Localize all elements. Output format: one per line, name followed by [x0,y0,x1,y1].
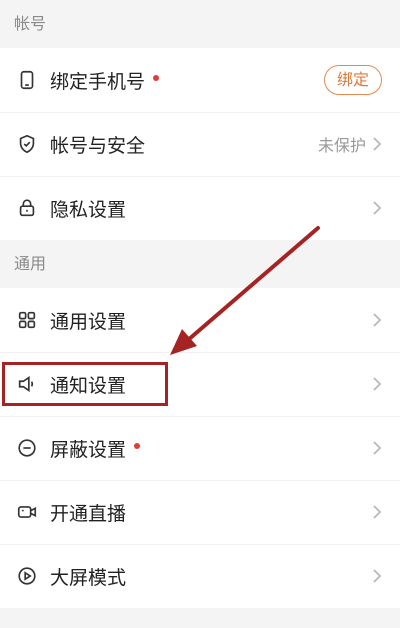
row-label: 开通直播 [50,502,127,525]
video-camera-icon [14,499,40,525]
chevron-right-icon [373,313,382,327]
minus-circle-icon [14,435,40,461]
chevron-right-icon [373,569,382,583]
row-label: 屏蔽设置 [50,438,127,461]
row-block-settings[interactable]: 屏蔽设置 [0,416,400,480]
section-header-general: 通用 [0,240,400,288]
lock-icon [14,195,40,221]
row-label: 隐私设置 [50,198,127,221]
red-dot-badge [134,443,141,449]
row-big-screen-mode[interactable]: 大屏模式 [0,544,400,608]
red-dot-badge [153,75,160,81]
row-privacy-settings[interactable]: 隐私设置 [0,176,400,240]
play-circle-icon [14,563,40,589]
shield-check-icon [14,131,40,157]
row-general-settings[interactable]: 通用设置 [0,288,400,352]
chevron-right-icon [373,137,382,151]
phone-icon [14,67,40,93]
grid-icon [14,307,40,333]
chevron-right-icon [373,505,382,519]
chevron-right-icon [373,377,382,391]
section-header-account: 帐号 [0,0,400,48]
row-start-live[interactable]: 开通直播 [0,480,400,544]
highlight-box [2,362,168,406]
row-label: 帐号与安全 [50,134,146,157]
row-label: 绑定手机号 [50,70,146,93]
bind-button[interactable]: 绑定 [323,65,382,95]
chevron-right-icon [373,201,382,215]
row-account-security[interactable]: 帐号与安全 未保护 [0,112,400,176]
status-value: 未保护 [317,136,366,155]
general-group: 通用设置 通知设置 屏蔽设置 开通直播 大屏模式 [0,288,400,608]
row-label: 通用设置 [50,310,127,333]
row-bind-phone[interactable]: 绑定手机号 绑定 [0,48,400,112]
chevron-right-icon [373,441,382,455]
account-group: 绑定手机号 绑定 帐号与安全 未保护 隐私设置 [0,48,400,240]
row-label: 大屏模式 [50,566,127,589]
